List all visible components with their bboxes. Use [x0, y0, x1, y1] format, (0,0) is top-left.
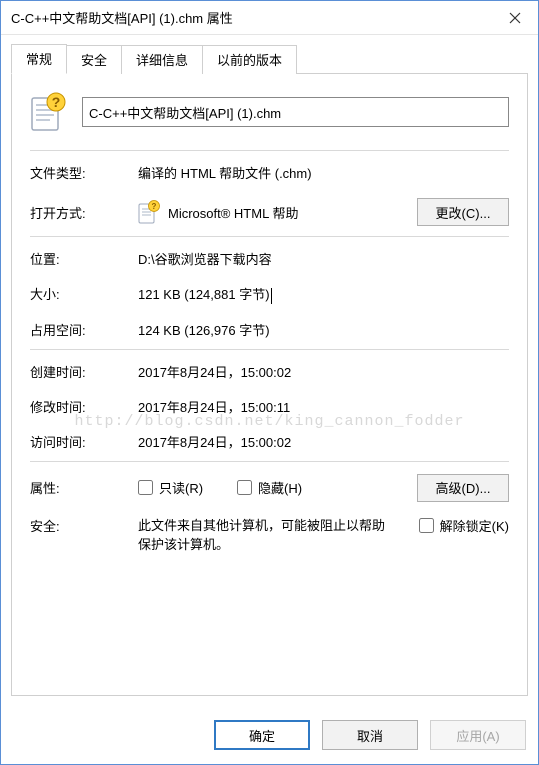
tab-security-label: 安全 — [81, 53, 107, 68]
apply-button[interactable]: 应用(A) — [430, 720, 526, 750]
attributes-checks: 只读(R) 隐藏(H) — [138, 478, 409, 497]
attributes-label: 属性: — [30, 478, 130, 497]
button-bar: 确定 取消 应用(A) — [1, 706, 538, 764]
sizeondisk-label: 占用空间: — [30, 320, 130, 339]
unblock-input[interactable] — [419, 518, 434, 533]
advanced-button-label: 高级(D)... — [436, 481, 491, 496]
unblock-checkbox[interactable]: 解除锁定(K) — [419, 516, 509, 535]
ok-button[interactable]: 确定 — [214, 720, 310, 750]
cancel-button-label: 取消 — [357, 729, 383, 744]
info-grid-3: 创建时间: 2017年8月24日，15:00:02 修改时间: 2017年8月2… — [30, 362, 509, 451]
info-grid-1: 文件类型: 编译的 HTML 帮助文件 (.chm) 打开方式: ? — [30, 163, 509, 226]
security-label: 安全: — [30, 516, 130, 535]
sizeondisk-value: 124 KB (126,976 字节) — [138, 320, 509, 339]
tabstrip: 常规 安全 详细信息 以前的版本 — [11, 45, 528, 73]
tab-previous-versions[interactable]: 以前的版本 — [202, 45, 297, 74]
hidden-input[interactable] — [237, 480, 252, 495]
tab-details-label: 详细信息 — [136, 53, 188, 68]
modified-value: 2017年8月24日，15:00:11 — [138, 397, 509, 416]
accessed-value: 2017年8月24日，15:00:02 — [138, 432, 509, 451]
close-button[interactable] — [492, 2, 538, 34]
info-grid-2: 位置: D:\谷歌浏览器下载内容 大小: 121 KB (124,881 字节)… — [30, 249, 509, 339]
attributes-row: 属性: 只读(R) 隐藏(H) 高级(D)... — [30, 474, 509, 502]
filename-input[interactable] — [82, 97, 509, 127]
svg-text:?: ? — [152, 202, 157, 211]
text-caret — [271, 288, 272, 304]
openwith-cell: ? Microsoft® HTML 帮助 — [138, 200, 409, 224]
tab-panel-general: ? 文件类型: 编译的 HTML 帮助文件 (.chm) 打开方式: — [11, 73, 528, 696]
hidden-label: 隐藏(H) — [258, 478, 302, 497]
client-area: 常规 安全 详细信息 以前的版本 ? — [1, 35, 538, 706]
filetype-label: 文件类型: — [30, 163, 130, 182]
cancel-button[interactable]: 取消 — [322, 720, 418, 750]
hidden-checkbox[interactable]: 隐藏(H) — [237, 478, 302, 497]
separator — [30, 349, 509, 350]
tab-previous-versions-label: 以前的版本 — [217, 53, 282, 68]
created-label: 创建时间: — [30, 362, 130, 381]
unblock-label: 解除锁定(K) — [440, 516, 509, 535]
tab-general[interactable]: 常规 — [11, 44, 67, 74]
filetype-value: 编译的 HTML 帮助文件 (.chm) — [138, 163, 509, 182]
separator — [30, 461, 509, 462]
properties-dialog: C-C++中文帮助文档[API] (1).chm 属性 常规 安全 详细信息 以… — [0, 0, 539, 765]
close-icon — [509, 12, 521, 24]
location-value: D:\谷歌浏览器下载内容 — [138, 249, 509, 268]
modified-label: 修改时间: — [30, 397, 130, 416]
separator — [30, 236, 509, 237]
readonly-input[interactable] — [138, 480, 153, 495]
tab-general-label: 常规 — [26, 52, 52, 67]
security-text: 此文件来自其他计算机，可能被阻止以帮助保护该计算机。 — [138, 516, 388, 555]
openwith-value: Microsoft® HTML 帮助 — [168, 203, 298, 222]
window-title: C-C++中文帮助文档[API] (1).chm 属性 — [11, 8, 492, 27]
size-value: 121 KB (124,881 字节) — [138, 284, 509, 304]
created-value: 2017年8月24日，15:00:02 — [138, 362, 509, 381]
file-header: ? — [30, 92, 509, 132]
chm-help-icon: ? — [30, 92, 66, 132]
readonly-checkbox[interactable]: 只读(R) — [138, 478, 203, 497]
openwith-label: 打开方式: — [30, 203, 130, 222]
readonly-label: 只读(R) — [159, 478, 203, 497]
separator — [30, 150, 509, 151]
ok-button-label: 确定 — [249, 729, 275, 744]
size-label: 大小: — [30, 284, 130, 303]
location-label: 位置: — [30, 249, 130, 268]
chm-help-icon: ? — [138, 200, 160, 224]
svg-text:?: ? — [52, 94, 61, 110]
apply-button-label: 应用(A) — [456, 729, 499, 744]
tab-security[interactable]: 安全 — [66, 45, 122, 74]
change-button-label: 更改(C)... — [436, 206, 491, 221]
tab-details[interactable]: 详细信息 — [121, 45, 203, 74]
titlebar: C-C++中文帮助文档[API] (1).chm 属性 — [1, 1, 538, 35]
change-button[interactable]: 更改(C)... — [417, 198, 509, 226]
advanced-button[interactable]: 高级(D)... — [417, 474, 509, 502]
security-row: 安全: 此文件来自其他计算机，可能被阻止以帮助保护该计算机。 解除锁定(K) — [30, 516, 509, 555]
accessed-label: 访问时间: — [30, 432, 130, 451]
